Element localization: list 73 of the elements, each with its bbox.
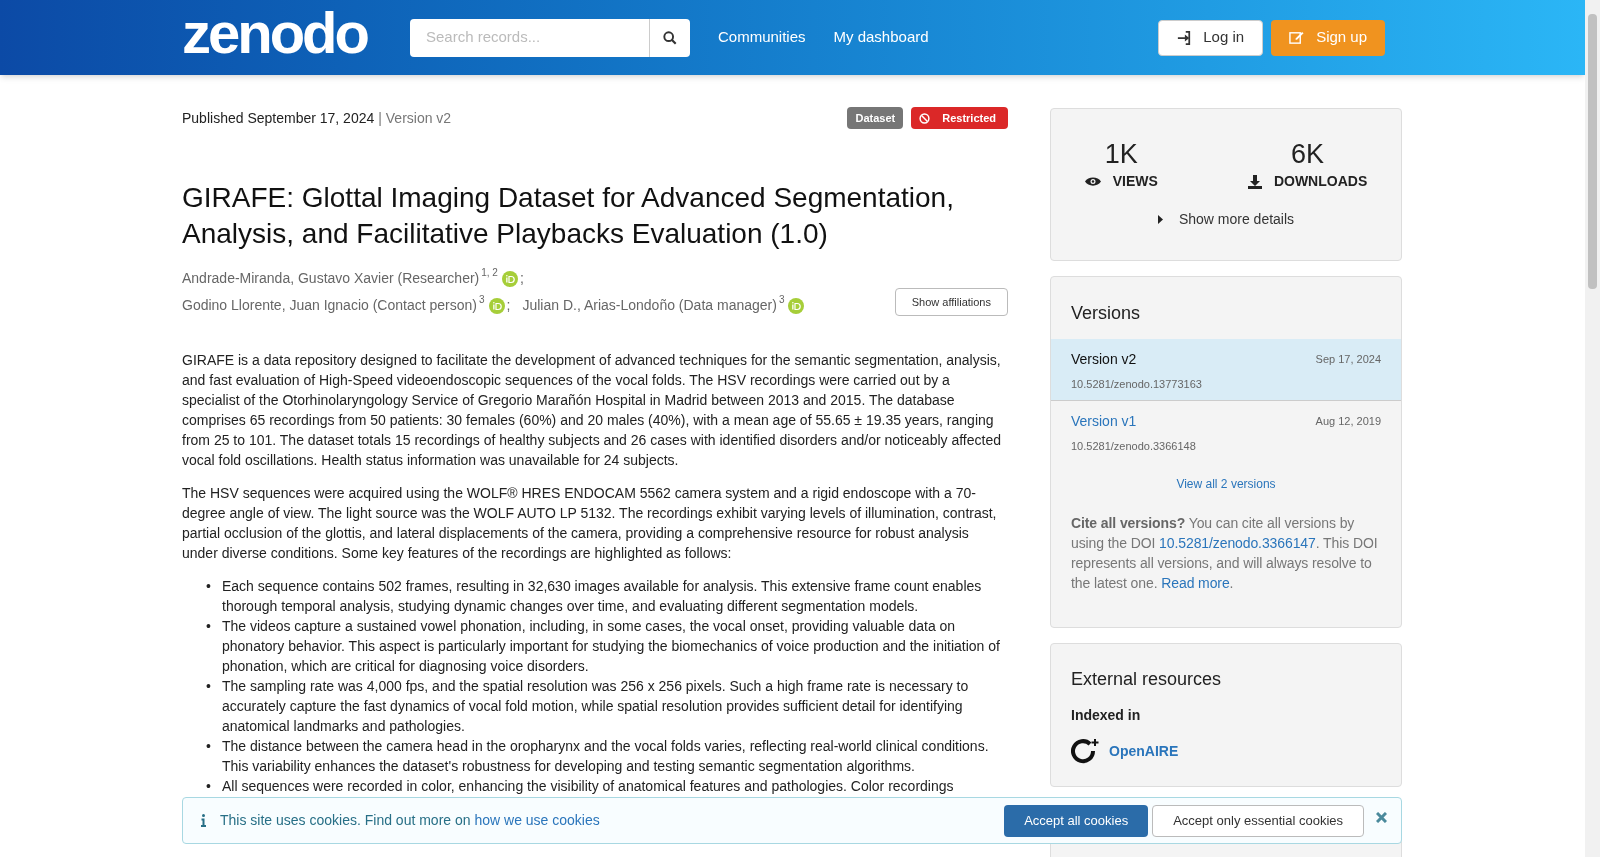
cite-all-versions-text: Cite all versions? You can cite all versions by using the DOI 10.5281/zenodo.3366147. This DOI represents all versions, and will always resolve to the latest one. Read more.	[1070, 514, 1379, 593]
close-icon	[1376, 812, 1387, 823]
search-button[interactable]	[649, 18, 690, 57]
access-badge: Restricted	[911, 106, 1008, 130]
accept-all-cookies-button[interactable]: Accept all cookies	[1004, 804, 1149, 837]
sign-in-icon	[1177, 30, 1192, 45]
version-item[interactable]: Version v1 Aug 12, 2019 10.5281/zenodo.3366148	[1051, 400, 1401, 461]
nav-link[interactable]: Communities	[718, 26, 806, 49]
feature-list-item: The sampling rate was 4,000 fps, and the spatial resolution was 256 x 256 pixels. Such a high frame rate is necessary to accurately capture the fast dynamics of vocal fold motion, while spatial resolution provides sufficient detail for identifying anatomical landmarks and pathologies.	[222, 677, 970, 736]
resource-type-badge: Dataset	[847, 106, 904, 130]
cookie-notice-text: This site uses cookies. Find out more on	[220, 812, 472, 828]
caret-icon	[1157, 215, 1163, 224]
affiliation-number: 1, 2	[481, 266, 498, 279]
creator-name[interactable]: Julian D., Arias-Londoño (Data manager)	[522, 295, 777, 316]
stat-label: DOWNLOADS	[1273, 172, 1368, 191]
stat-count: 1K	[1104, 139, 1138, 169]
card-heading: Versions	[1070, 302, 1142, 325]
version-item[interactable]: Version v2 Sep 17, 2024 10.5281/zenodo.13773163	[1051, 339, 1401, 400]
description-paragraph: The HSV sequences were acquired using the WOLF® HRES ENDOCAM 5562 camera system and a rigid endoscope with a 70-degree angle of view. The light source was the WOLF AUTO LP 5132. The recordings exhibit varying levels of illumination, contrast, partial occlusion of the glottis, and lateral displacements of the camera, providing a comprehensive resource for robust analysis under diverse conditions. Some key features of the recordings are highlighted as follows:	[182, 484, 998, 563]
creator-name[interactable]: Andrade-Miranda, Gustavo Xavier (Researcher)	[182, 268, 480, 289]
version-doi: 10.5281/zenodo.3366148	[1071, 439, 1197, 454]
openaire-logo-icon	[1071, 738, 1099, 764]
feature-list-item: All sequences were recorded in color, enhancing the visibility of anatomical features and pathologies. Color recordings	[222, 777, 954, 796]
show-more-details-toggle[interactable]: Show more details	[1157, 209, 1295, 230]
feature-list-item: The videos capture a sustained vowel phonation, including, in some cases, the vocal onset, providing valuable data on phonatory behavior. This aspect is particularly important for studying the biomechanics of voice production and the initiation of phonation, which are critical for diagnosing voice disorders.	[222, 617, 1001, 676]
version-label: Version v2	[1071, 350, 1137, 369]
login-button[interactable]: Log in	[1158, 19, 1264, 56]
bullet-marker: •	[206, 737, 212, 756]
record-title: GIRAFE: Glottal Imaging Dataset for Advanced Segmentation, Analysis, and Facilitative Playbacks Evaluation (1.0)	[182, 181, 955, 251]
card-heading: External resources	[1071, 668, 1223, 691]
read-more-link[interactable]: Read more	[1161, 575, 1230, 591]
edit-icon	[1289, 30, 1305, 45]
creator-name[interactable]: Godino Llorente, Juan Ignacio (Contact person)	[182, 295, 477, 316]
affiliation-number: 3	[778, 293, 785, 306]
bullet-marker: •	[206, 577, 212, 596]
download-icon	[1247, 174, 1262, 189]
show-affiliations-button[interactable]: Show affiliations	[894, 288, 1008, 316]
doi-link[interactable]: 10.5281/zenodo.3366147	[1159, 535, 1316, 551]
bullet-marker: •	[206, 777, 212, 796]
eye-icon	[1084, 176, 1101, 187]
bullet-marker: •	[206, 677, 212, 696]
version-doi: 10.5281/zenodo.13773163	[1071, 377, 1203, 392]
description-paragraph: GIRAFE is a data repository designed to facilitate the development of advanced techniques for the semantic segmentation, analysis, and fast evaluation of High-Speed videoendoscopic sequences of the vocal folds. The HSV recordings were carried out by a specialist of the Otorhinolaryngology Service of Gregorio Marañón Hospital in Madrid between 2013 and 2015. The database comprises 65 recordings from 50 patients: 30 females (60%) and 20 males (40%), with a mean age of 55.65 ± 19.35 years, ranging from 25 to 101. The dataset totals 15 recordings of healthy subjects and 26 cases with identified disorders and/or noticeably affected vocal fold oscillations. Health status information was unavailable for 24 subjects.	[182, 351, 1002, 470]
feature-list-item: Each sequence contains 502 frames, resulting in 32,630 images available for analysis. This extensive frame count enables thorough temporal analysis, studying dynamic changes over time, and evaluating different segmentation models.	[222, 577, 983, 616]
scrollbar-thumb[interactable]	[1588, 14, 1597, 289]
affiliation-number: 3	[478, 293, 485, 306]
version-label: Version v1	[1071, 412, 1137, 431]
version-date: Aug 12, 2019	[1315, 414, 1381, 430]
stat-count: 6K	[1291, 139, 1325, 169]
orcid-icon[interactable]	[788, 297, 805, 314]
feature-list-item: The distance between the camera head in the oropharynx and the vocal folds varies, reflecting real-world clinical conditions. This variability enhances the dataset's robustness for developing and testing semantic segmentation algorithms.	[222, 737, 990, 776]
search-field[interactable]: Search records...	[410, 18, 649, 57]
view-all-versions-link[interactable]: View all 2 versions	[1176, 475, 1276, 493]
zenodo-logo[interactable]: zenodo	[182, 3, 367, 62]
orcid-icon[interactable]	[501, 270, 518, 287]
publication-date: Published September 17, 2024	[182, 108, 375, 128]
version-label: | Version v2	[378, 108, 452, 128]
info-icon	[201, 814, 206, 827]
separator: ;	[519, 269, 524, 288]
cookie-policy-link[interactable]: how we use cookies	[474, 812, 600, 828]
version-date: Sep 17, 2024	[1315, 352, 1381, 368]
indexed-in-label: Indexed in	[1071, 706, 1142, 725]
orcid-icon[interactable]	[488, 297, 505, 314]
accept-essential-cookies-button[interactable]: Accept only essential cookies	[1152, 804, 1364, 837]
openaire-link[interactable]: OpenAIRE	[1109, 740, 1179, 762]
separator: ;	[506, 296, 511, 315]
ban-icon	[919, 112, 931, 124]
search-icon	[663, 30, 677, 45]
stat-label: VIEWS	[1112, 172, 1158, 191]
close-button[interactable]	[1376, 812, 1387, 823]
nav-link[interactable]: My dashboard	[833, 26, 929, 49]
scrollbar[interactable]	[1585, 0, 1600, 857]
bullet-marker: •	[206, 617, 212, 636]
